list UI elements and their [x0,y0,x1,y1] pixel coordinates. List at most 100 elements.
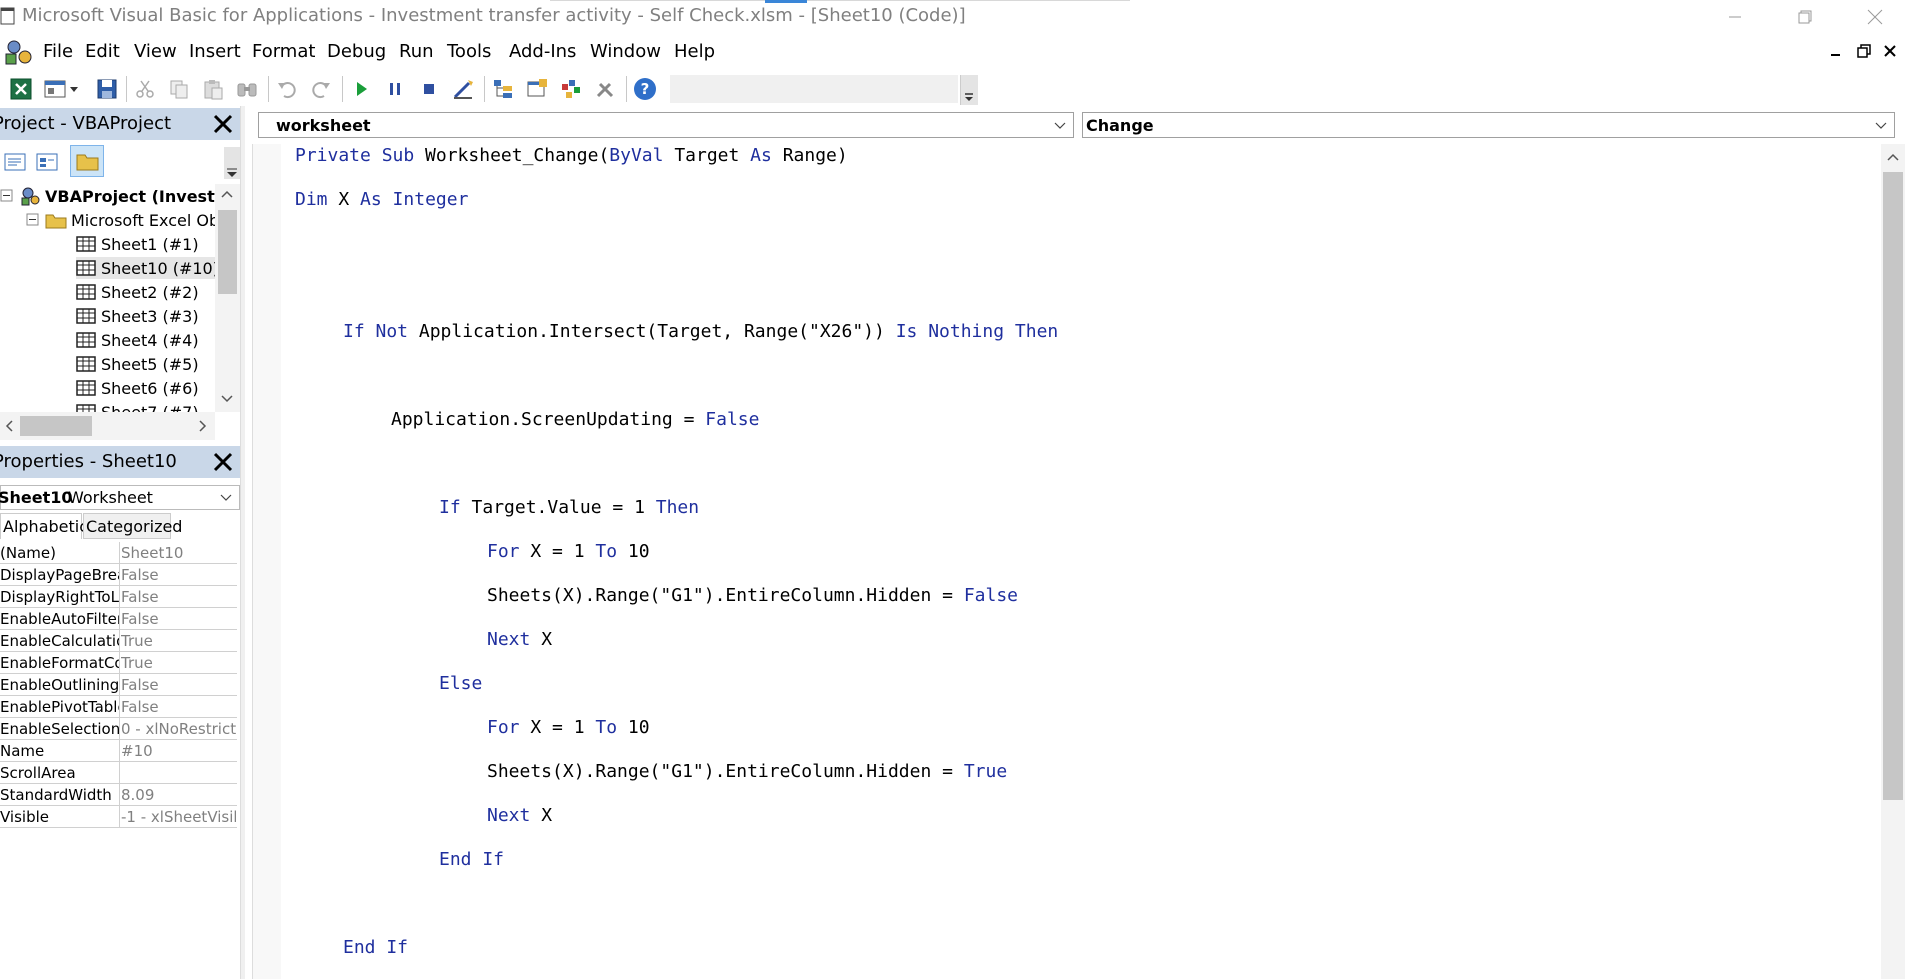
property-value[interactable]: True [121,632,236,650]
mdi-minimize-button[interactable] [1830,42,1842,63]
property-row[interactable]: EnableOutlining False [0,674,237,696]
code-line[interactable]: Sheets(X).Range("G1").EntireColumn.Hidde… [487,585,1018,606]
project-tree-vscrollbar[interactable] [215,184,240,412]
code-line[interactable]: Private Sub Worksheet_Change(ByVal Targe… [295,145,848,166]
project-tree-hscrollbar[interactable] [0,412,215,440]
property-value[interactable]: 8.09 [121,786,236,804]
property-row[interactable]: Visible -1 - xlSheetVisible [0,806,237,828]
menu-debug[interactable]: Debug [327,41,386,62]
collapse-icon[interactable] [0,189,14,203]
tree-item-sheet2[interactable]: Sheet2 (#2) [76,281,199,303]
procedure-combo[interactable]: Change [1082,112,1895,138]
mdi-close-button[interactable] [1883,42,1897,63]
redo-button[interactable] [308,76,334,102]
property-value[interactable]: True [121,654,236,672]
property-row[interactable]: EnableCalculationTrue [0,630,237,652]
view-excel-button[interactable] [8,76,34,102]
property-row[interactable]: DisplayPageBreaksFalse [0,564,237,586]
property-value[interactable]: False [121,610,236,628]
tree-root-vbaproject[interactable]: VBAProject (Investm [0,185,215,207]
menu-view[interactable]: View [134,41,177,62]
property-row[interactable]: StandardWidth 8.09 [0,784,237,806]
tree-item-sheet1[interactable]: Sheet1 (#1) [76,233,199,255]
menu-format[interactable]: Format [252,41,315,62]
scrollbar-thumb[interactable] [20,416,92,436]
code-line[interactable]: Sheets(X).Range("G1").EntireColumn.Hidde… [487,761,1007,782]
insert-userform-button[interactable] [42,76,82,102]
undo-button[interactable] [274,76,300,102]
code-line[interactable]: If Target.Value = 1 Then [439,497,699,518]
code-line[interactable]: Dim X As Integer [295,189,468,210]
tab-alphabetic[interactable]: Alphabetic [0,513,88,539]
code-line[interactable]: End If [439,849,504,870]
mdi-restore-button[interactable] [1857,42,1871,63]
collapse-icon[interactable] [26,213,40,227]
property-value[interactable]: -1 - xlSheetVisible [121,808,236,826]
code-line[interactable]: Else [439,673,482,694]
paste-button[interactable] [200,76,226,102]
property-value[interactable]: False [121,566,236,584]
property-value[interactable]: False [121,588,236,606]
scroll-left-icon[interactable] [0,412,20,440]
menu-edit[interactable]: Edit [85,41,120,62]
toolbar-options-button[interactable] [960,75,978,105]
property-row[interactable]: (Name) Sheet10 [0,542,237,564]
project-explorer-button[interactable] [490,76,516,102]
code-line[interactable]: Application.ScreenUpdating = False [391,409,759,430]
property-row[interactable]: EnableSelection0 - xlNoRestrictions [0,718,237,740]
property-value[interactable]: 0 - xlNoRestrictions [121,720,236,738]
property-row[interactable]: ScrollArea [0,762,237,784]
code-margin[interactable] [252,144,281,979]
run-button[interactable] [348,76,374,102]
tree-folder-excel-objects[interactable]: Microsoft Excel Obj [26,209,215,231]
tree-item-sheet10[interactable]: Sheet10 (#10) [76,257,215,279]
code-line[interactable]: End If [343,937,408,958]
object-combo[interactable]: worksheet [258,112,1074,138]
property-value[interactable]: False [121,676,236,694]
property-row[interactable]: DisplayRightToLeftFalse [0,586,237,608]
menu-add-ins[interactable]: Add-Ins [509,41,576,62]
tree-item-sheet5[interactable]: Sheet5 (#5) [76,353,199,375]
help-button[interactable]: ? [632,76,658,102]
pane-splitter[interactable] [240,106,245,979]
property-value[interactable]: Sheet10 [121,544,236,562]
project-toolbar-options[interactable] [224,147,240,179]
scrollbar-thumb[interactable] [1883,172,1903,800]
design-mode-button[interactable] [450,76,476,102]
code-line[interactable]: For X = 1 To 10 [487,717,650,738]
scroll-up-icon[interactable] [1881,144,1905,170]
scroll-up-icon[interactable] [215,184,240,204]
copy-button[interactable] [166,76,192,102]
properties-close-button[interactable] [209,448,237,476]
reset-button[interactable] [416,76,442,102]
close-button[interactable] [1845,0,1905,33]
property-value[interactable]: #10 [121,742,236,760]
property-value[interactable]: False [121,698,236,716]
properties-object-select[interactable]: Sheet10 Worksheet [0,485,240,510]
tree-item-sheet3[interactable]: Sheet3 (#3) [76,305,199,327]
menu-tools[interactable]: Tools [447,41,491,62]
cut-button[interactable] [132,76,158,102]
code-line[interactable]: If Not Application.Intersect(Target, Ran… [343,321,1058,342]
restore-button[interactable] [1775,0,1835,33]
tree-item-sheet4[interactable]: Sheet4 (#4) [76,329,199,351]
property-row[interactable]: EnablePivotTable False [0,696,237,718]
menu-insert[interactable]: Insert [189,41,241,62]
property-row[interactable]: Name #10 [0,740,237,762]
menu-window[interactable]: Window [590,41,661,62]
vba-menu-icon[interactable] [4,38,34,66]
tree-item-sheet6[interactable]: Sheet6 (#6) [76,377,199,399]
code-line[interactable]: Next X [487,629,552,650]
properties-window-button[interactable] [524,76,550,102]
scroll-down-icon[interactable] [215,389,240,409]
code-line[interactable]: Next X [487,805,552,826]
tab-categorized[interactable]: Categorized [83,513,182,539]
code-editor[interactable]: Private Sub Worksheet_Change(ByVal Targe… [282,144,1881,979]
view-object-button[interactable] [34,150,60,176]
break-button[interactable] [382,76,408,102]
object-browser-button[interactable] [558,76,584,102]
toggle-folders-button[interactable] [70,145,104,177]
menu-help[interactable]: Help [674,41,715,62]
toolbox-button[interactable] [592,76,618,102]
save-button[interactable] [94,76,120,102]
